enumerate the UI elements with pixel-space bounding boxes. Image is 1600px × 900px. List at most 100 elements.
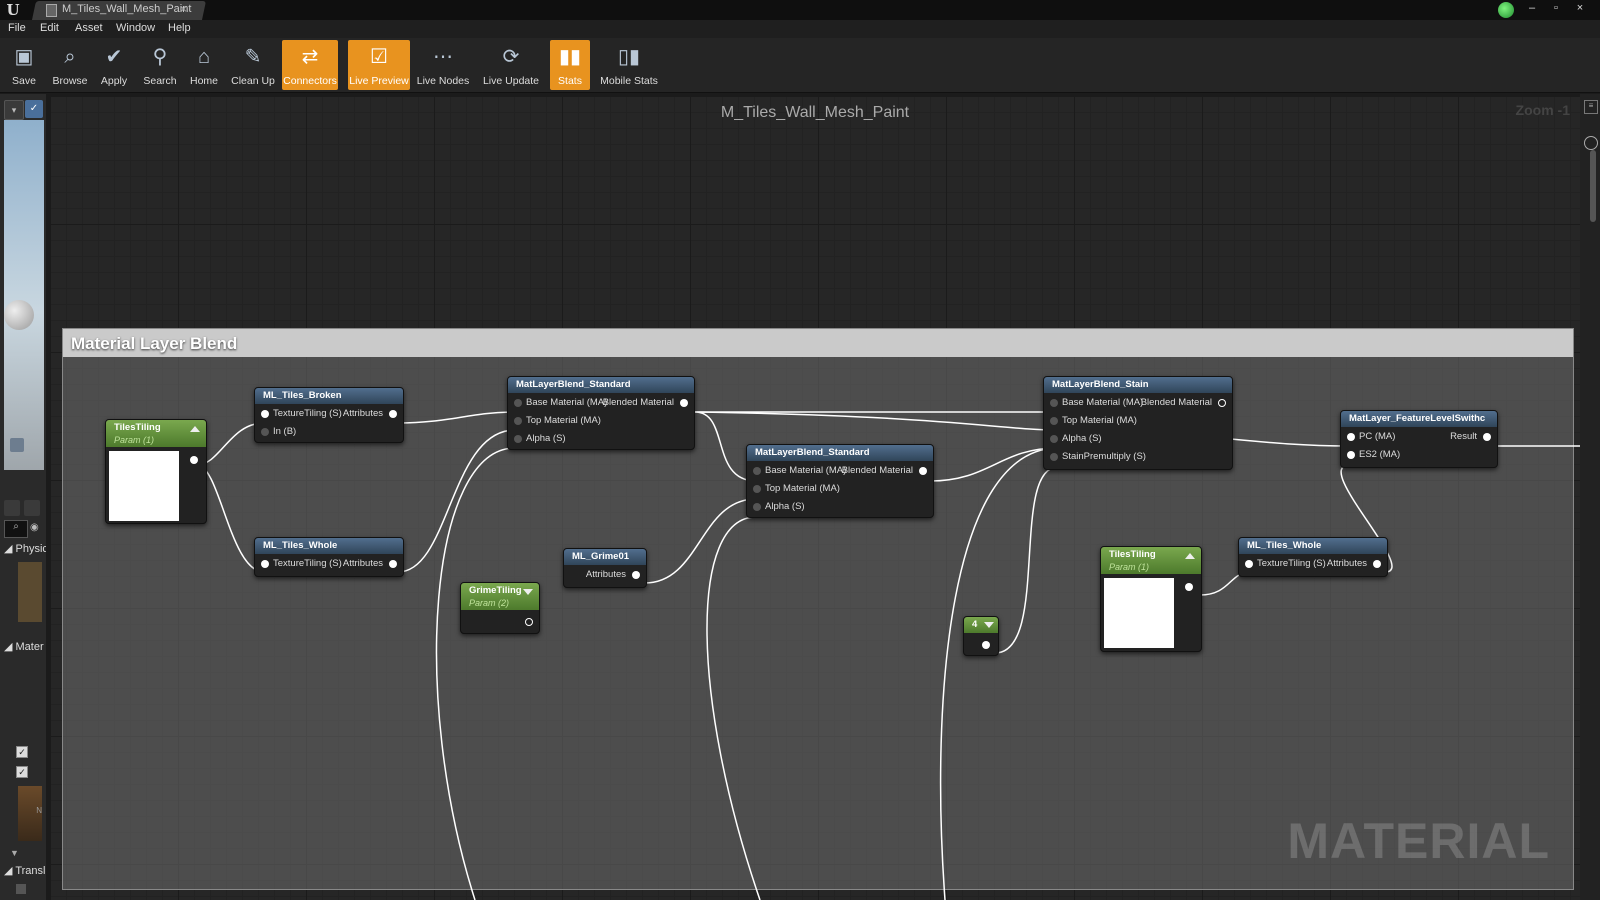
property-checkbox-3[interactable] — [16, 884, 26, 894]
output-pin[interactable] — [389, 410, 397, 418]
panel-menu-icon[interactable]: ≡ — [1584, 100, 1598, 114]
zoom-in-icon[interactable] — [4, 500, 20, 516]
input-pin[interactable] — [1050, 453, 1058, 461]
input-pin[interactable] — [1347, 451, 1355, 459]
node-ml-tiles-whole-2[interactable]: ML_Tiles_Whole TextureTiling (S) Attribu… — [1238, 537, 1388, 577]
node-header[interactable]: TilesTiling Param (1) — [1101, 547, 1201, 574]
collapse-arrow-icon[interactable] — [1185, 553, 1195, 559]
toolbar-browse-button[interactable]: ⌕ Browse — [48, 40, 92, 90]
node-matlayerblend-standard-2[interactable]: MatLayerBlend_Standard Base Material (MA… — [746, 444, 934, 518]
node-header[interactable]: MatLayerBlend_Stain — [1044, 377, 1232, 393]
maximize-button[interactable]: ▫ — [1546, 1, 1566, 15]
output-pin[interactable] — [1483, 433, 1491, 441]
node-header[interactable]: MatLayer_FeatureLevelSwithc — [1341, 411, 1497, 427]
menu-file[interactable]: File — [8, 22, 26, 34]
node-constant-4[interactable]: 4 — [963, 616, 999, 656]
section-translucency[interactable]: ◢ Transl — [4, 864, 46, 877]
node-header[interactable]: TilesTiling Param (1) — [106, 420, 206, 447]
toolbar-search-button[interactable]: ⚲ Search — [138, 40, 182, 90]
material-graph-canvas[interactable]: M_Tiles_Wall_Mesh_Paint Zoom -1 Material… — [50, 96, 1580, 900]
input-pin[interactable] — [1050, 435, 1058, 443]
node-ml-tiles-whole-1[interactable]: ML_Tiles_Whole TextureTiling (S) Attribu… — [254, 537, 404, 577]
input-pin[interactable] — [514, 399, 522, 407]
input-pin[interactable] — [514, 435, 522, 443]
node-ml-tiles-broken[interactable]: ML_Tiles_Broken TextureTiling (S) Attrib… — [254, 387, 404, 443]
toolbar-live-nodes-button[interactable]: ⋯ Live Nodes — [414, 40, 472, 90]
node-tiles-tiling-2[interactable]: TilesTiling Param (1) — [1100, 546, 1202, 652]
toolbar-apply-button[interactable]: ✔ Apply — [94, 40, 134, 90]
input-pin[interactable] — [514, 417, 522, 425]
eye-icon[interactable]: ◉ — [30, 522, 42, 534]
output-pin[interactable] — [982, 641, 990, 649]
output-pin[interactable] — [190, 456, 198, 464]
output-pin[interactable] — [1373, 560, 1381, 568]
collapse-arrow-icon[interactable] — [190, 426, 200, 432]
node-header[interactable]: GrimeTiling Param (2) — [461, 583, 539, 610]
zoom-out-icon[interactable] — [24, 500, 40, 516]
minimize-button[interactable]: – — [1522, 1, 1542, 15]
input-pin[interactable] — [753, 485, 761, 493]
input-pin[interactable] — [261, 560, 269, 568]
toolbar-home-button[interactable]: ⌂ Home — [184, 40, 224, 90]
live-nodes-icon: ⋯ — [433, 46, 453, 68]
toolbar-live-update-button[interactable]: ⟳ Live Update — [480, 40, 542, 90]
expand-arrow-icon[interactable] — [984, 622, 994, 628]
scroll-down-icon[interactable]: ▼ — [10, 848, 19, 858]
toolbar-live-preview-button[interactable]: ☑ Live Preview — [348, 40, 410, 90]
output-pin[interactable] — [1218, 399, 1226, 407]
tab-close-icon[interactable]: × — [180, 2, 187, 16]
scrollbar-thumb[interactable] — [1590, 150, 1596, 222]
material-thumbnail[interactable]: N — [18, 786, 42, 841]
output-pin[interactable] — [632, 571, 640, 579]
node-header[interactable]: MatLayerBlend_Standard — [747, 445, 933, 461]
node-grime-tiling[interactable]: GrimeTiling Param (2) — [460, 582, 540, 634]
toolbar-mobile-stats-button[interactable]: ▯▮ Mobile Stats — [596, 40, 662, 90]
node-header[interactable]: ML_Tiles_Broken — [255, 388, 403, 404]
node-matlayerblend-stain[interactable]: MatLayerBlend_Stain Base Material (MA) B… — [1043, 376, 1233, 470]
node-feature-level-switch[interactable]: MatLayer_FeatureLevelSwithc PC (MA) Resu… — [1340, 410, 1498, 468]
property-checkbox-2[interactable]: ✓ — [16, 766, 28, 778]
toolbar-connectors-button[interactable]: ⇄ Connectors — [282, 40, 338, 90]
close-window-button[interactable]: × — [1570, 1, 1590, 15]
input-pin[interactable] — [753, 503, 761, 511]
node-tiles-tiling-1[interactable]: TilesTiling Param (1) — [105, 419, 207, 524]
preview-viewport[interactable] — [4, 120, 44, 470]
toolbar-clean-up-button[interactable]: ✎ Clean Up — [228, 40, 278, 90]
input-pin[interactable] — [1050, 417, 1058, 425]
menu-asset[interactable]: Asset — [75, 22, 103, 34]
input-pin[interactable] — [1050, 399, 1058, 407]
output-pin[interactable] — [1185, 583, 1193, 591]
input-pin[interactable] — [753, 467, 761, 475]
physics-thumbnail[interactable] — [18, 562, 42, 622]
node-matlayerblend-standard-1[interactable]: MatLayerBlend_Standard Base Material (MA… — [507, 376, 695, 450]
output-pin[interactable] — [389, 560, 397, 568]
section-physics[interactable]: ◢ Physic — [4, 542, 46, 555]
section-material[interactable]: ◢ Mater — [4, 640, 46, 653]
toolbar-stats-button[interactable]: ▮▮ Stats — [550, 40, 590, 90]
output-pin[interactable] — [919, 467, 927, 475]
input-pin[interactable] — [261, 428, 269, 436]
toolbar-save-button[interactable]: ▣ Save — [4, 40, 44, 90]
menu-edit[interactable]: Edit — [40, 22, 59, 34]
viewport-view-button[interactable]: ✓ — [25, 100, 43, 118]
output-pin[interactable] — [525, 618, 533, 626]
expand-arrow-icon[interactable] — [523, 589, 533, 595]
node-header[interactable]: ML_Grime01 — [564, 549, 646, 565]
panel-search-icon[interactable] — [1584, 136, 1598, 150]
output-pin[interactable] — [680, 399, 688, 407]
viewport-options-button[interactable]: ▾ — [4, 100, 24, 120]
input-pin[interactable] — [1347, 433, 1355, 441]
input-pin[interactable] — [1245, 560, 1253, 568]
node-ml-grime01[interactable]: ML_Grime01 Attributes — [563, 548, 647, 588]
menu-window[interactable]: Window — [116, 22, 155, 34]
menu-help[interactable]: Help — [168, 22, 191, 34]
property-checkbox-1[interactable]: ✓ — [16, 746, 28, 758]
node-header[interactable]: ML_Tiles_Whole — [255, 538, 403, 554]
input-pin[interactable] — [261, 410, 269, 418]
details-search-icon[interactable]: ⌕ — [4, 520, 28, 538]
source-control-status-icon[interactable] — [1498, 2, 1514, 18]
node-header[interactable]: ML_Tiles_Whole — [1239, 538, 1387, 554]
pin-label: In (B) — [273, 426, 297, 437]
node-header[interactable]: MatLayerBlend_Standard — [508, 377, 694, 393]
unreal-logo-icon[interactable]: U — [4, 1, 22, 19]
